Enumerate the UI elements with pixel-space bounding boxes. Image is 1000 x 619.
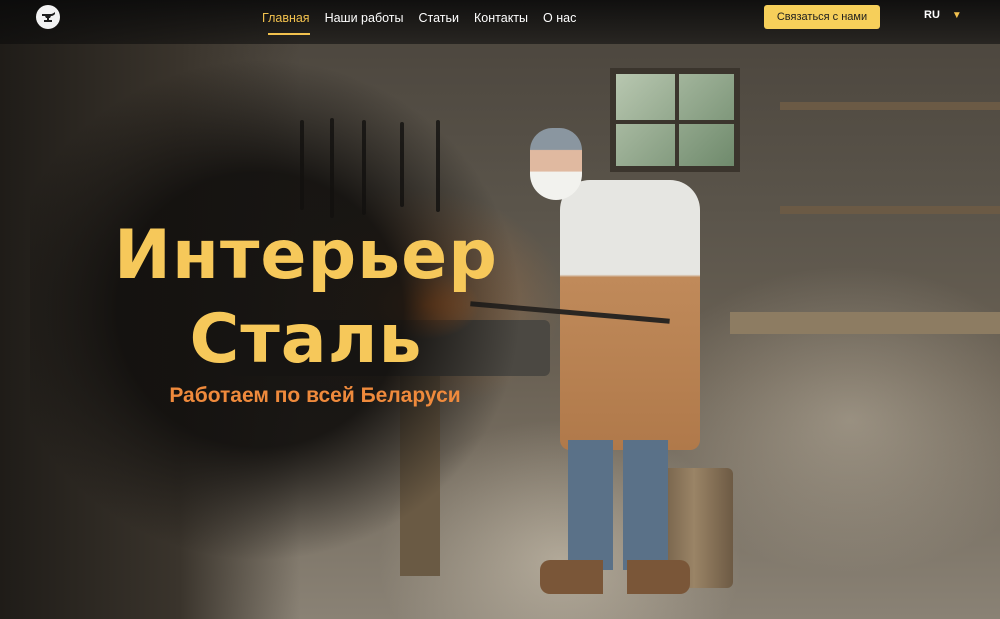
workbench [730, 312, 1000, 334]
main-nav: Главная Наши работы Статьи Контакты О на… [262, 9, 591, 35]
nav-link-articles[interactable]: Статьи [419, 9, 460, 27]
shelf [780, 102, 1000, 110]
nav-link-contacts[interactable]: Контакты [474, 9, 528, 27]
nav-link-home[interactable]: Главная [262, 9, 310, 35]
chevron-down-icon: ▼ [951, 9, 962, 21]
site-header: Главная Наши работы Статьи Контакты О на… [0, 0, 1000, 44]
hero-title-line2: Сталь [189, 300, 423, 379]
hero-title: Интерьер Сталь [96, 214, 516, 382]
hero-subtitle: Работаем по всей Беларуси [169, 384, 461, 407]
nav-link-about[interactable]: О нас [543, 9, 576, 27]
blacksmith-boots [540, 560, 690, 594]
blacksmith-legs [568, 440, 668, 570]
nav-link-works[interactable]: Наши работы [325, 9, 404, 27]
workshop-window [610, 68, 740, 172]
language-label: RU [924, 9, 940, 21]
anvil-icon [42, 12, 55, 22]
contact-us-button[interactable]: Связаться с нами [764, 5, 880, 29]
language-selector[interactable]: RU ▼ [924, 9, 962, 21]
shelf [780, 206, 1000, 214]
logo-link[interactable] [36, 5, 60, 29]
hero-title-line1: Интерьер [114, 216, 498, 295]
